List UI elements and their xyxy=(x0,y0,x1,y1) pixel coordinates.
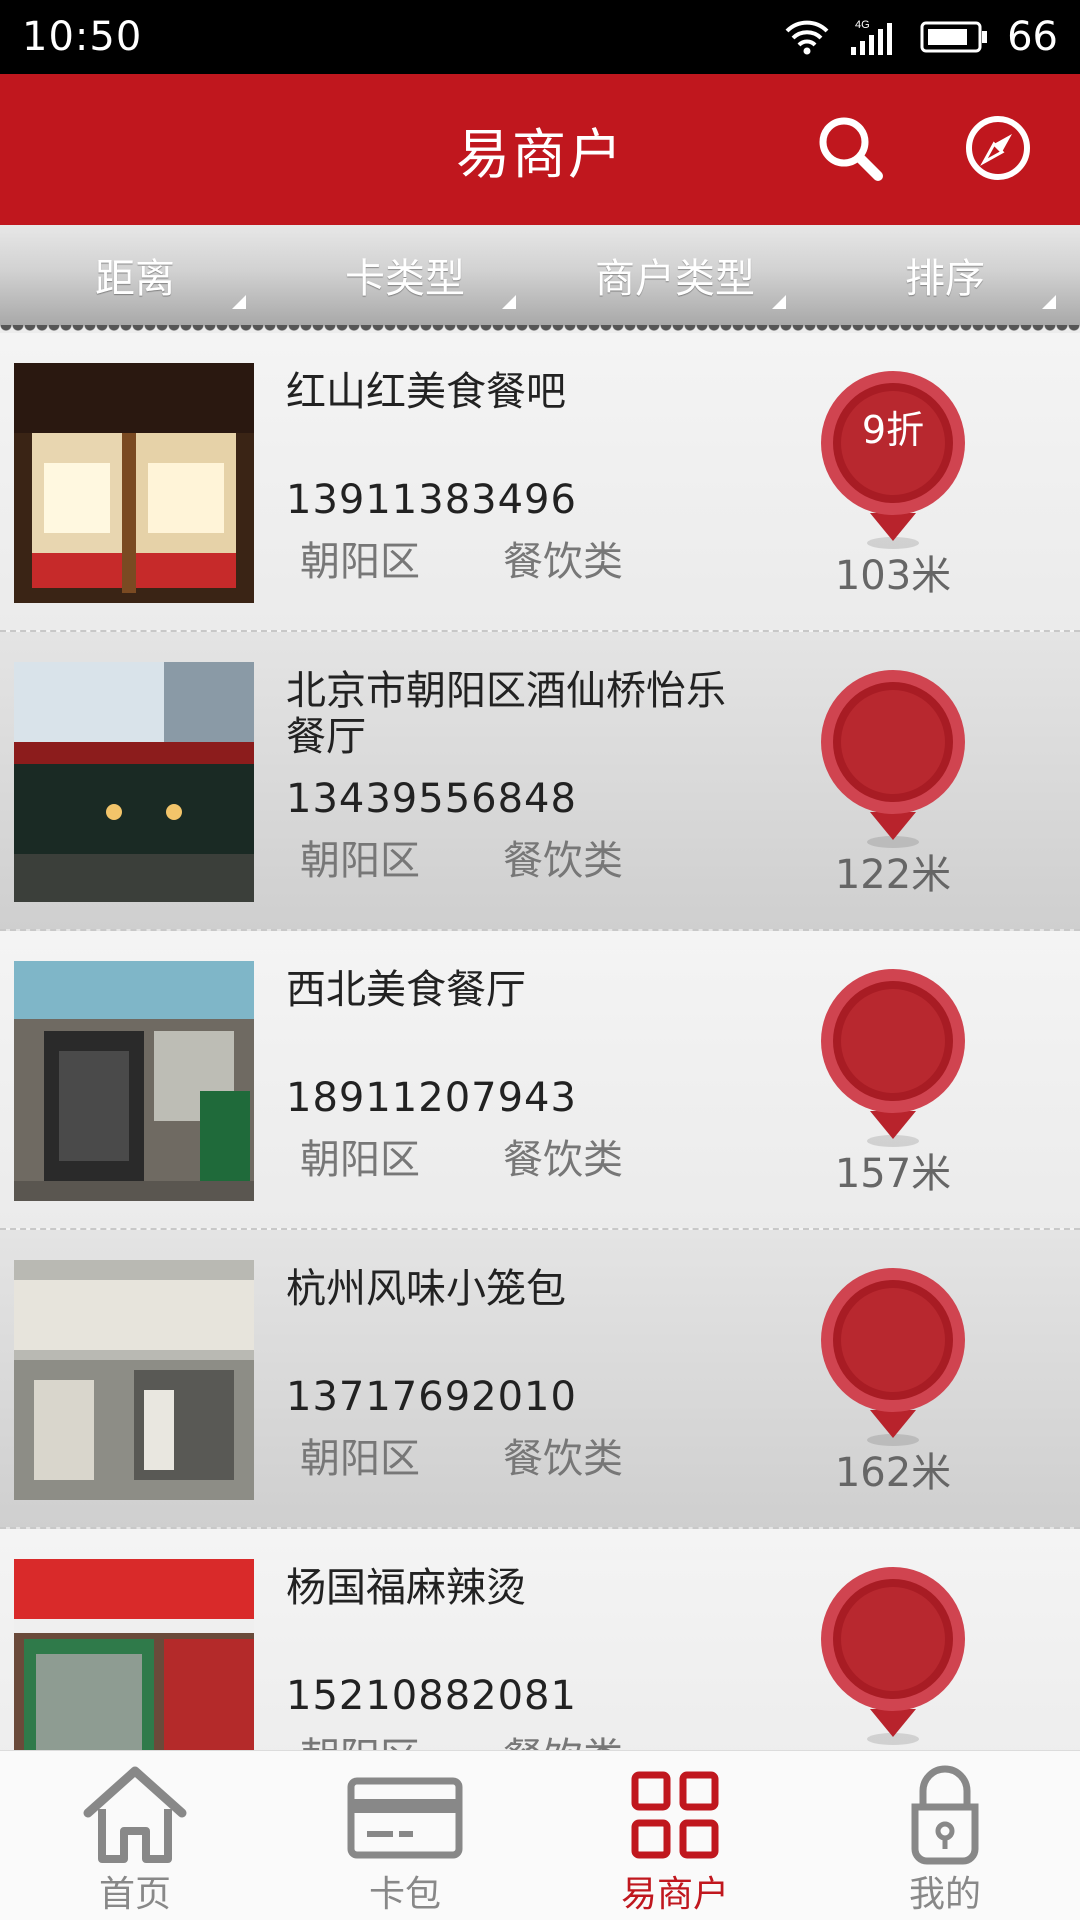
list-item[interactable]: 西北美食餐厅 18911207943 朝阳区 餐饮类 157米 xyxy=(0,931,1080,1230)
dropdown-triangle-icon xyxy=(232,295,246,309)
dropdown-triangle-icon xyxy=(502,295,516,309)
merchant-distance: 103米 xyxy=(834,553,952,599)
bottom-tab-bar: 首页 卡包 易商户 我的 xyxy=(0,1750,1080,1920)
tab-mine[interactable]: 我的 xyxy=(810,1751,1080,1920)
merchant-photo xyxy=(14,961,254,1201)
list-item[interactable]: 红山红美食餐吧 13911383496 朝阳区 餐饮类 9折 103米 xyxy=(0,333,1080,632)
status-time: 10:50 xyxy=(22,14,143,60)
search-icon xyxy=(814,112,886,188)
merchant-name: 西北美食餐厅 xyxy=(286,967,526,1013)
battery-percent: 66 xyxy=(1007,14,1058,60)
filter-label: 卡类型 xyxy=(345,256,465,302)
filter-sort[interactable]: 排序 xyxy=(810,225,1080,325)
merchant-district: 朝阳区 xyxy=(300,838,420,884)
status-icons: 4G 66 xyxy=(783,14,1058,60)
list-item[interactable]: 杨国福麻辣烫 15210882081 朝阳区 餐饮类 xyxy=(0,1529,1080,1750)
location-pin-icon xyxy=(821,670,965,848)
merchant-phone[interactable]: 13911383496 xyxy=(286,477,577,523)
search-button[interactable] xyxy=(810,110,890,190)
svg-text:4G: 4G xyxy=(855,19,870,31)
merchant-phone[interactable]: 15210882081 xyxy=(286,1673,577,1719)
tab-label: 首页 xyxy=(98,1874,171,1915)
merchant-phone[interactable]: 18911207943 xyxy=(286,1075,577,1121)
filter-label: 商户类型 xyxy=(595,256,755,302)
wifi-icon xyxy=(783,17,831,57)
filter-card-type[interactable]: 卡类型 xyxy=(270,225,540,325)
merchant-district: 朝阳区 xyxy=(300,1436,420,1482)
app-header: 易商户 xyxy=(0,74,1080,225)
tab-home[interactable]: 首页 xyxy=(0,1751,270,1920)
dropdown-triangle-icon xyxy=(772,295,786,309)
merchant-name: 杨国福麻辣烫 xyxy=(286,1565,526,1611)
merchant-category: 餐饮类 xyxy=(503,1725,623,1750)
merchant-photo xyxy=(14,1559,254,1750)
status-bar: 10:50 4G 66 xyxy=(0,0,1080,74)
merchant-category: 餐饮类 xyxy=(503,1436,623,1482)
location-pin-icon xyxy=(821,1567,965,1745)
merchant-list[interactable]: 红山红美食餐吧 13911383496 朝阳区 餐饮类 9折 103米 北京市朝… xyxy=(0,333,1080,1750)
tab-card-wallet[interactable]: 卡包 xyxy=(270,1751,540,1920)
list-item[interactable]: 北京市朝阳区酒仙桥怡乐餐厅 13439556848 朝阳区 餐饮类 122米 xyxy=(0,632,1080,931)
page-title: 易商户 xyxy=(456,123,624,186)
home-icon xyxy=(80,1763,190,1871)
filter-label: 距离 xyxy=(95,256,175,302)
dropdown-triangle-icon xyxy=(1042,295,1056,309)
filter-distance[interactable]: 距离 xyxy=(0,225,270,325)
merchant-district: 朝阳区 xyxy=(300,539,420,585)
grid-icon xyxy=(623,1763,727,1871)
battery-icon xyxy=(919,19,989,55)
filter-divider xyxy=(0,325,1080,333)
discount-label: 9折 xyxy=(861,408,925,452)
tab-label: 易商户 xyxy=(620,1874,729,1915)
filter-merchant-type[interactable]: 商户类型 xyxy=(540,225,810,325)
tab-label: 卡包 xyxy=(368,1874,441,1915)
merchant-phone[interactable]: 13439556848 xyxy=(286,776,577,822)
merchant-photo xyxy=(14,662,254,902)
merchant-distance: 162米 xyxy=(834,1450,952,1496)
location-pin-icon xyxy=(821,1268,965,1446)
filter-label: 排序 xyxy=(905,256,985,302)
signal-icon: 4G xyxy=(849,17,901,57)
merchant-category: 餐饮类 xyxy=(503,539,623,585)
merchant-category: 餐饮类 xyxy=(503,838,623,884)
lock-icon xyxy=(893,1763,997,1871)
list-item[interactable]: 杭州风味小笼包 13717692010 朝阳区 餐饮类 162米 xyxy=(0,1230,1080,1529)
merchant-name: 北京市朝阳区酒仙桥怡乐餐厅 xyxy=(286,668,726,760)
merchant-district: 朝阳区 xyxy=(300,1137,420,1183)
merchant-photo xyxy=(14,363,254,603)
merchant-category: 餐饮类 xyxy=(503,1137,623,1183)
filter-bar: 距离 卡类型 商户类型 排序 xyxy=(0,225,1080,325)
merchant-distance: 157米 xyxy=(834,1151,952,1197)
card-icon xyxy=(345,1763,465,1871)
merchant-distance: 122米 xyxy=(834,852,952,898)
merchant-photo xyxy=(14,1260,254,1500)
merchant-district: 朝阳区 xyxy=(300,1725,420,1750)
compass-button[interactable] xyxy=(958,110,1038,190)
location-pin-icon xyxy=(821,969,965,1147)
merchant-name: 红山红美食餐吧 xyxy=(286,369,566,415)
tab-label: 我的 xyxy=(908,1874,981,1915)
merchant-phone[interactable]: 13717692010 xyxy=(286,1374,577,1420)
merchant-name: 杭州风味小笼包 xyxy=(286,1266,566,1312)
tab-merchants[interactable]: 易商户 xyxy=(540,1751,810,1920)
merchant-list-screen: 10:50 4G 66 易商户 距离 卡类型 商户类型 排序 红山红美食餐吧 1… xyxy=(0,0,1080,1920)
discount-pin-icon xyxy=(821,371,965,549)
compass-icon xyxy=(963,113,1033,187)
